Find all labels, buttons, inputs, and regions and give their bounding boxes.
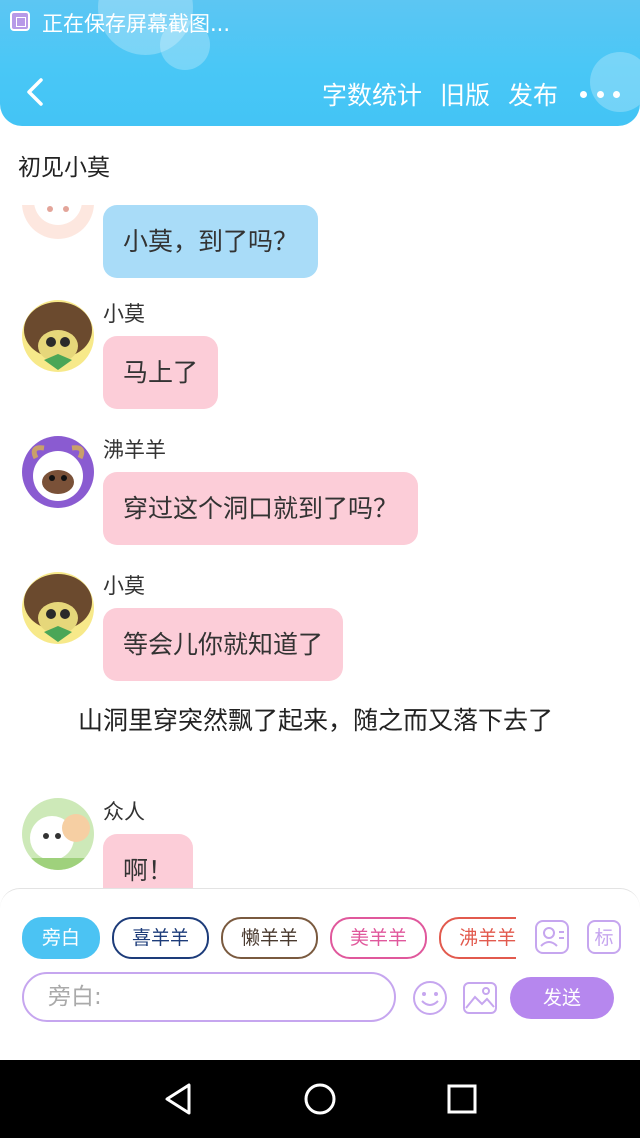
role-chip-lanyangyang[interactable]: 懒羊羊: [221, 917, 319, 959]
avatar-xiaomo-icon: [22, 572, 94, 644]
avatar-white-sheep-icon: [22, 205, 94, 239]
avatar-xiaomo-icon: [22, 300, 94, 372]
home-circle-icon: [304, 1083, 336, 1115]
more-dot: [596, 90, 604, 98]
speaker-name: 众人: [103, 800, 145, 824]
nav-recents-button[interactable]: [442, 1079, 482, 1119]
image-icon: [463, 982, 497, 1014]
narration-text[interactable]: 山洞里穿突然飘了起来，随之而又落下去了: [26, 704, 606, 738]
message-input[interactable]: 旁白:: [22, 972, 396, 1022]
message-bubble[interactable]: 马上了: [103, 336, 219, 409]
chevron-left-icon: [27, 78, 43, 106]
more-button[interactable]: [580, 84, 620, 104]
role-chip-xiyangyang[interactable]: 喜羊羊: [112, 917, 210, 959]
app-header: 正在保存屏幕截图... 字数统计 旧版 发布: [0, 0, 640, 126]
avatar[interactable]: [22, 572, 94, 644]
chat-list[interactable]: 小莫，到了吗？ 小莫 马上了 沸羊羊 穿过这个洞口就到了吗？ 小莫 等会儿你就知…: [0, 205, 640, 890]
avatar[interactable]: [22, 798, 94, 870]
role-chip-narration[interactable]: 旁白: [22, 917, 101, 959]
speaker-name: 小莫: [103, 302, 145, 326]
status-text: 正在保存屏幕截图...: [42, 12, 231, 36]
role-chip-row[interactable]: 旁白 喜羊羊 懒羊羊 美羊羊 沸羊羊: [22, 917, 516, 959]
avatar-group-icon: [22, 798, 94, 870]
role-chip-feiyangyang[interactable]: 沸羊羊: [439, 917, 516, 959]
avatar-feiyangyang-icon: [22, 436, 94, 508]
tag-icon-text: 标: [594, 927, 613, 949]
message-bubble[interactable]: 穿过这个洞口就到了吗？: [103, 472, 419, 545]
chapter-title: 初见小莫: [18, 155, 110, 181]
avatar[interactable]: [22, 205, 94, 239]
header-actions: 字数统计 旧版 发布: [304, 76, 620, 112]
composer-panel: 旁白 喜羊羊 懒羊羊 美羊羊 沸羊羊 标 旁白: 发送: [0, 888, 640, 1061]
emoji-button[interactable]: [412, 980, 448, 1016]
tag-icon: 标: [587, 920, 621, 954]
message-bubble[interactable]: 小莫，到了吗？: [103, 205, 319, 278]
system-nav-bar: [0, 1060, 640, 1138]
nav-back-button[interactable]: [158, 1079, 198, 1119]
nav-home-button[interactable]: [300, 1079, 340, 1119]
more-dots-icon: [580, 90, 587, 98]
back-triangle-icon: [165, 1083, 191, 1115]
speaker-name: 沸羊羊: [103, 438, 166, 462]
contact-card-button[interactable]: [534, 919, 570, 955]
recents-square-icon: [447, 1084, 477, 1114]
screenshot-status-icon: [10, 11, 30, 31]
avatar[interactable]: [22, 436, 94, 508]
publish-button[interactable]: 发布: [508, 76, 558, 112]
word-count-button[interactable]: 字数统计: [322, 76, 422, 112]
tag-button[interactable]: 标: [586, 919, 622, 955]
more-dot: [613, 90, 620, 98]
contact-card-icon: [535, 920, 569, 954]
avatar[interactable]: [22, 300, 94, 372]
back-button[interactable]: [16, 72, 56, 112]
old-version-button[interactable]: 旧版: [440, 76, 490, 112]
message-bubble[interactable]: 等会儿你就知道了: [103, 608, 344, 681]
speaker-name: 小莫: [103, 574, 145, 598]
role-chip-meiyangyang[interactable]: 美羊羊: [330, 917, 428, 959]
smiley-icon: [413, 981, 447, 1015]
image-button[interactable]: [462, 980, 498, 1016]
send-button[interactable]: 发送: [510, 977, 614, 1019]
message-bubble[interactable]: 啊！: [103, 834, 194, 890]
